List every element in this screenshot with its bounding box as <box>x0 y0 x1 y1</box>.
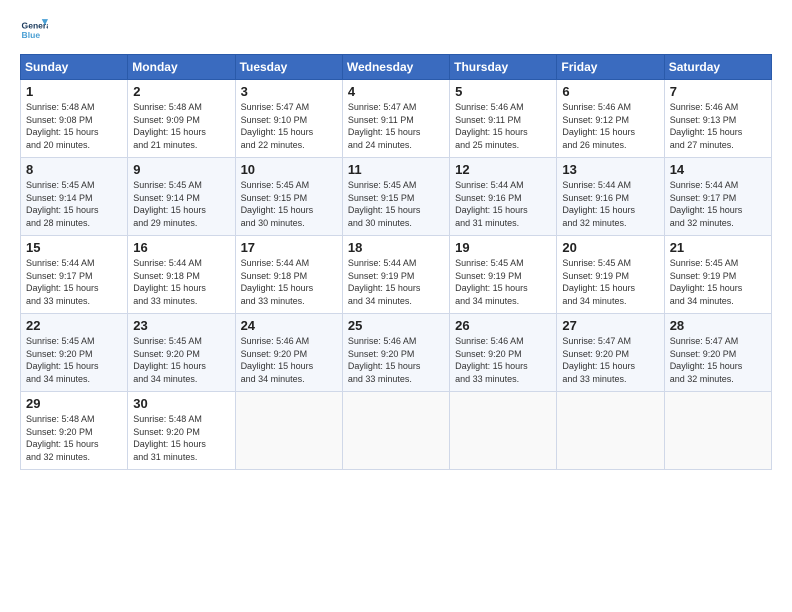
cell-1: 1Sunrise: 5:48 AMSunset: 9:08 PMDaylight… <box>21 80 128 158</box>
logo: General Blue <box>20 16 48 44</box>
col-header-friday: Friday <box>557 55 664 80</box>
col-header-monday: Monday <box>128 55 235 80</box>
col-header-thursday: Thursday <box>450 55 557 80</box>
cell-15: 15Sunrise: 5:44 AMSunset: 9:17 PMDayligh… <box>21 236 128 314</box>
cell-16: 16Sunrise: 5:44 AMSunset: 9:18 PMDayligh… <box>128 236 235 314</box>
week-row-1: 1Sunrise: 5:48 AMSunset: 9:08 PMDaylight… <box>21 80 772 158</box>
week-row-3: 15Sunrise: 5:44 AMSunset: 9:17 PMDayligh… <box>21 236 772 314</box>
cell-30: 30Sunrise: 5:48 AMSunset: 9:20 PMDayligh… <box>128 392 235 470</box>
cell-9: 9Sunrise: 5:45 AMSunset: 9:14 PMDaylight… <box>128 158 235 236</box>
logo-icon: General Blue <box>20 16 48 44</box>
cell-11: 11Sunrise: 5:45 AMSunset: 9:15 PMDayligh… <box>342 158 449 236</box>
cell-empty <box>342 392 449 470</box>
cell-empty <box>664 392 771 470</box>
cell-13: 13Sunrise: 5:44 AMSunset: 9:16 PMDayligh… <box>557 158 664 236</box>
cell-3: 3Sunrise: 5:47 AMSunset: 9:10 PMDaylight… <box>235 80 342 158</box>
cell-19: 19Sunrise: 5:45 AMSunset: 9:19 PMDayligh… <box>450 236 557 314</box>
cell-20: 20Sunrise: 5:45 AMSunset: 9:19 PMDayligh… <box>557 236 664 314</box>
week-row-4: 22Sunrise: 5:45 AMSunset: 9:20 PMDayligh… <box>21 314 772 392</box>
cell-28: 28Sunrise: 5:47 AMSunset: 9:20 PMDayligh… <box>664 314 771 392</box>
cell-27: 27Sunrise: 5:47 AMSunset: 9:20 PMDayligh… <box>557 314 664 392</box>
header: General Blue <box>20 16 772 44</box>
cell-empty <box>450 392 557 470</box>
cell-4: 4Sunrise: 5:47 AMSunset: 9:11 PMDaylight… <box>342 80 449 158</box>
cell-24: 24Sunrise: 5:46 AMSunset: 9:20 PMDayligh… <box>235 314 342 392</box>
cell-6: 6Sunrise: 5:46 AMSunset: 9:12 PMDaylight… <box>557 80 664 158</box>
cell-26: 26Sunrise: 5:46 AMSunset: 9:20 PMDayligh… <box>450 314 557 392</box>
cell-18: 18Sunrise: 5:44 AMSunset: 9:19 PMDayligh… <box>342 236 449 314</box>
cell-5: 5Sunrise: 5:46 AMSunset: 9:11 PMDaylight… <box>450 80 557 158</box>
svg-text:Blue: Blue <box>22 30 41 40</box>
cell-empty <box>557 392 664 470</box>
week-row-5: 29Sunrise: 5:48 AMSunset: 9:20 PMDayligh… <box>21 392 772 470</box>
cell-22: 22Sunrise: 5:45 AMSunset: 9:20 PMDayligh… <box>21 314 128 392</box>
cell-12: 12Sunrise: 5:44 AMSunset: 9:16 PMDayligh… <box>450 158 557 236</box>
cell-25: 25Sunrise: 5:46 AMSunset: 9:20 PMDayligh… <box>342 314 449 392</box>
calendar-table: SundayMondayTuesdayWednesdayThursdayFrid… <box>20 54 772 470</box>
cell-14: 14Sunrise: 5:44 AMSunset: 9:17 PMDayligh… <box>664 158 771 236</box>
cell-7: 7Sunrise: 5:46 AMSunset: 9:13 PMDaylight… <box>664 80 771 158</box>
cell-29: 29Sunrise: 5:48 AMSunset: 9:20 PMDayligh… <box>21 392 128 470</box>
cell-23: 23Sunrise: 5:45 AMSunset: 9:20 PMDayligh… <box>128 314 235 392</box>
col-header-tuesday: Tuesday <box>235 55 342 80</box>
cell-8: 8Sunrise: 5:45 AMSunset: 9:14 PMDaylight… <box>21 158 128 236</box>
cell-2: 2Sunrise: 5:48 AMSunset: 9:09 PMDaylight… <box>128 80 235 158</box>
col-header-wednesday: Wednesday <box>342 55 449 80</box>
week-row-2: 8Sunrise: 5:45 AMSunset: 9:14 PMDaylight… <box>21 158 772 236</box>
col-header-saturday: Saturday <box>664 55 771 80</box>
page: General Blue SundayMondayTuesdayWednesda… <box>0 0 792 612</box>
cell-21: 21Sunrise: 5:45 AMSunset: 9:19 PMDayligh… <box>664 236 771 314</box>
cell-empty <box>235 392 342 470</box>
col-header-sunday: Sunday <box>21 55 128 80</box>
header-row: SundayMondayTuesdayWednesdayThursdayFrid… <box>21 55 772 80</box>
cell-10: 10Sunrise: 5:45 AMSunset: 9:15 PMDayligh… <box>235 158 342 236</box>
cell-17: 17Sunrise: 5:44 AMSunset: 9:18 PMDayligh… <box>235 236 342 314</box>
